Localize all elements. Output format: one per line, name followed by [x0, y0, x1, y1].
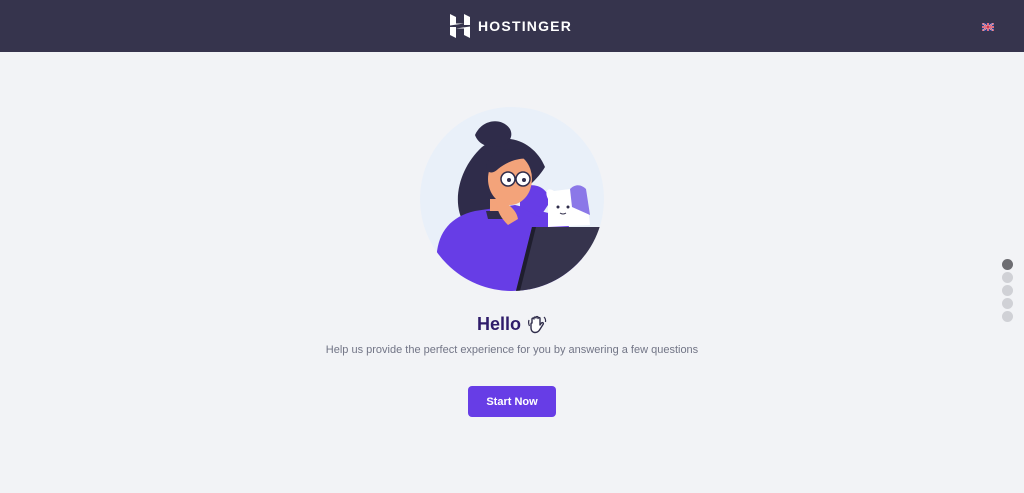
step-dot-5[interactable]: [1002, 311, 1013, 322]
greeting-text: Hello: [476, 314, 521, 334]
onboarding-subtitle: Help us provide the perfect experience f…: [325, 344, 699, 356]
waving-hand-icon: [528, 315, 547, 334]
step-pagination: [1002, 259, 1014, 322]
woman-with-cat-illustration: [420, 107, 604, 291]
step-dot-3[interactable]: [1002, 285, 1013, 296]
step-dot-4[interactable]: [1002, 298, 1013, 309]
hostinger-logo-icon: [450, 14, 470, 38]
brand-name: HOSTINGER: [478, 18, 573, 34]
hostinger-logo[interactable]: HOSTINGER: [449, 14, 572, 38]
greeting-heading: Hello: [0, 311, 1024, 337]
start-now-button[interactable]: Start Now: [468, 386, 556, 417]
step-dot-2[interactable]: [1002, 272, 1013, 283]
step-dot-1[interactable]: [1002, 259, 1013, 270]
top-navigation-bar: HOSTINGER: [0, 0, 1024, 52]
uk-flag-icon[interactable]: [982, 23, 994, 31]
